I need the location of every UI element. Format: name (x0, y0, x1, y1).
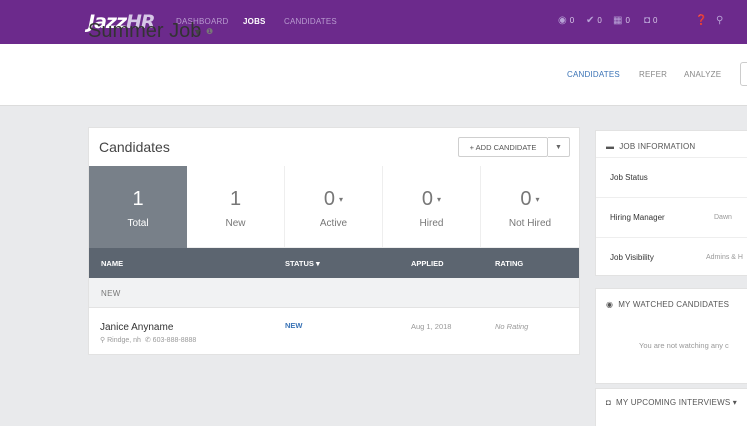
stat-not-hired-value: 0 (520, 188, 532, 210)
candidate-contact: ⚲ Rindge, nh ✆ 603-888-8888 (100, 336, 196, 344)
nav-candidates[interactable]: CANDIDATES (284, 17, 337, 26)
job-information-card: ▬ JOB INFORMATION Job Status Hiring Manag… (595, 130, 747, 276)
calendar-icon: ▦ (613, 15, 623, 26)
stat-active-label: Active (319, 218, 348, 229)
chat-icon: ◘ (644, 15, 651, 26)
nav-jobs[interactable]: JOBS (243, 17, 266, 26)
eye-icon: ◉ (606, 300, 614, 309)
job-options-button[interactable] (740, 62, 747, 86)
chevron-down-icon: ▾ (339, 195, 344, 205)
chevron-down-icon: ▼ (555, 143, 562, 151)
views-stat[interactable]: ◉ 0 (558, 15, 574, 26)
phone-icon: ✆ (144, 337, 151, 344)
candidate-location: Rindge, nh (107, 337, 141, 344)
tasks-stat[interactable]: ✔ 0 (586, 15, 602, 26)
tasks-count: 0 (597, 16, 602, 25)
eye-icon: ◉ (558, 15, 567, 26)
job-title[interactable]: Summer Job (88, 20, 201, 43)
stat-hired-value: 0 (421, 188, 434, 210)
chevron-down-icon: ▾ (535, 195, 540, 205)
chat-icon: ◘ (606, 398, 612, 407)
tab-refer[interactable]: REFER (639, 70, 667, 79)
search-button[interactable]: ⚲ (716, 15, 723, 26)
section-label: NEW (101, 289, 121, 298)
watched-candidates-title: ◉ MY WATCHED CANDIDATES (606, 300, 729, 309)
stat-hired[interactable]: 0 ▾ Hired (383, 166, 481, 248)
hiring-manager-value: Dawn (714, 214, 732, 221)
help-icon: ❓ (695, 15, 708, 26)
stat-total[interactable]: 1 Total (89, 166, 187, 248)
column-name[interactable]: NAME (101, 259, 123, 268)
chevron-down-icon: ▾ (437, 195, 442, 205)
check-icon: ✔ (586, 15, 595, 26)
messages-count: 0 (653, 16, 658, 25)
location-icon: ⚲ (100, 337, 106, 344)
stat-new[interactable]: 1 New (187, 166, 285, 248)
help-button[interactable]: ❓ (695, 15, 707, 26)
stat-active-value: 0 (323, 188, 336, 210)
column-rating[interactable]: RATING (495, 259, 523, 268)
hiring-manager-row[interactable]: Hiring Manager Dawn (596, 197, 747, 237)
job-information-title: ▬ JOB INFORMATION (606, 142, 695, 151)
views-count: 0 (569, 16, 575, 25)
job-status-label: Job Status (610, 173, 648, 182)
candidates-card-title: Candidates (99, 139, 170, 155)
search-icon: ⚲ (716, 15, 724, 26)
tab-candidates[interactable]: CANDIDATES (567, 70, 620, 79)
candidate-status[interactable]: NEW (285, 321, 303, 330)
upcoming-interviews-card: ◘ MY UPCOMING INTERVIEWS ▾ (595, 388, 747, 426)
job-info-icon[interactable]: ❶ (206, 27, 213, 36)
section-new: NEW (89, 278, 579, 308)
job-header (0, 44, 747, 106)
candidate-applied-date: Aug 1, 2018 (411, 322, 452, 331)
stat-active[interactable]: 0 ▾ Active (285, 166, 383, 248)
candidate-rating[interactable]: No Rating (495, 322, 528, 331)
messages-stat[interactable]: ◘ 0 (644, 15, 658, 26)
column-status[interactable]: STATUS ▾ (285, 259, 320, 268)
job-visibility-value: Admins & H (706, 254, 743, 261)
stat-new-label: New (225, 218, 246, 229)
stat-not-hired-label: Not Hired (508, 218, 552, 229)
job-visibility-row[interactable]: Job Visibility Admins & H (596, 237, 747, 277)
stat-not-hired[interactable]: 0 ▾ Not Hired (481, 166, 579, 248)
job-status-row[interactable]: Job Status (596, 157, 747, 197)
candidate-name[interactable]: Janice Anyname (100, 322, 173, 333)
add-candidate-button[interactable]: + ADD CANDIDATE (458, 137, 548, 157)
briefcase-icon: ▬ (606, 142, 615, 151)
pipeline-stats: 1 Total 1 New 0 ▾ Active 0 ▾ Hired 0 ▾ Not … (89, 166, 579, 248)
add-candidate-dropdown[interactable]: ▼ (548, 137, 570, 157)
tab-analyze[interactable]: ANALYZE (684, 70, 721, 79)
watched-empty-message: You are not watching any c (639, 341, 729, 350)
upcoming-interviews-label: MY UPCOMING INTERVIEWS ▾ (616, 398, 738, 407)
hiring-manager-label: Hiring Manager (610, 213, 665, 222)
stat-total-value: 1 (132, 188, 144, 210)
job-information-label: JOB INFORMATION (619, 142, 696, 151)
candidate-phone: 603-888-8888 (152, 337, 197, 344)
events-stat[interactable]: ▦ 0 (613, 15, 630, 26)
watched-candidates-label: MY WATCHED CANDIDATES (618, 300, 730, 309)
stat-total-label: Total (127, 218, 149, 229)
stat-new-value: 1 (229, 188, 242, 210)
column-applied[interactable]: APPLIED (411, 259, 444, 268)
candidates-table-header: NAME STATUS ▾ APPLIED RATING (89, 248, 579, 278)
events-count: 0 (625, 16, 630, 25)
watched-candidates-card: ◉ MY WATCHED CANDIDATES (595, 288, 747, 384)
job-title-dropdown-icon[interactable]: ▼ (193, 27, 202, 37)
candidates-card: Candidates + ADD CANDIDATE ▼ 1 Total 1 N… (88, 127, 580, 355)
upcoming-interviews-title[interactable]: ◘ MY UPCOMING INTERVIEWS ▾ (606, 398, 737, 407)
job-visibility-label: Job Visibility (610, 253, 654, 262)
stat-hired-label: Hired (419, 218, 444, 229)
